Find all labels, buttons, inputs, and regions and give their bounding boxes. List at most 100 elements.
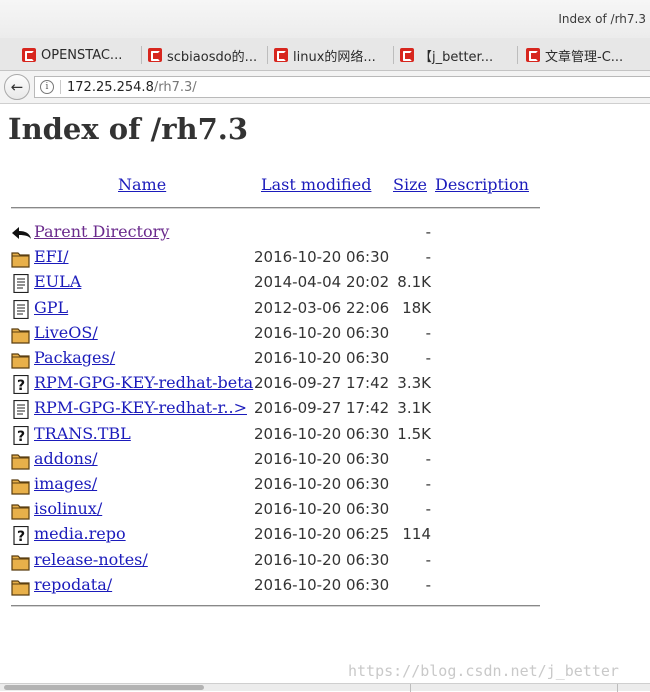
tab-label: scbiaosdo的... [167, 49, 258, 65]
folder-icon [11, 350, 31, 369]
svg-text:?: ? [17, 529, 25, 545]
file-link[interactable]: release-notes/ [34, 550, 148, 569]
file-link[interactable]: Packages/ [34, 348, 115, 367]
folder-icon [11, 451, 31, 470]
svg-text:?: ? [17, 429, 25, 445]
url-path: /rh7.3/ [153, 79, 197, 95]
folder-icon [11, 577, 31, 596]
file-size: 1.5K [397, 425, 431, 443]
file-link[interactable]: RPM-GPG-KEY-redhat-r..> [34, 398, 247, 417]
tab-label: 文章管理-C... [545, 49, 624, 65]
file-size: 3.3K [397, 374, 431, 392]
file-size: - [425, 324, 431, 342]
file-link[interactable]: repodata/ [34, 575, 112, 594]
folder-icon [11, 476, 31, 495]
back-button[interactable]: ← [4, 74, 30, 100]
file-link[interactable]: EULA [34, 272, 81, 291]
file-size: - [425, 576, 431, 594]
svg-text:?: ? [17, 378, 25, 394]
last-modified: 2012-03-06 22:06 [254, 299, 390, 317]
file-row: GPL 2012-03-06 22:06 18K [0, 296, 650, 321]
text-file-icon [11, 399, 31, 420]
file-row: ? media.repo 2016-10-20 06:25 114 [0, 522, 650, 547]
file-row: EULA 2014-04-04 20:02 8.1K [0, 270, 650, 295]
file-link[interactable]: EFI/ [34, 247, 69, 266]
last-modified: 2016-10-20 06:30 [254, 475, 390, 493]
browser-tab[interactable]: 【j_better... [400, 42, 518, 68]
file-size: 114 [402, 525, 431, 543]
tab-bar: OPENSTAC... scbiaosdo的... linux的网络... 【j… [0, 38, 650, 71]
folder-icon [11, 249, 31, 268]
scrollbar-thumb[interactable] [4, 685, 204, 690]
browser-tab[interactable]: 文章管理-C... [526, 42, 648, 68]
watermark: https://blog.csdn.net/j_better [348, 662, 619, 680]
file-row: Packages/2016-10-20 06:30 - [0, 346, 650, 371]
file-row: RPM-GPG-KEY-redhat-r..> 2016-09-27 17:42 3… [0, 396, 650, 421]
navigation-bar: ← i 172.25.254.8 /rh7.3/ [0, 71, 650, 104]
last-modified: 2014-04-04 20:02 [254, 273, 390, 291]
file-link[interactable]: LiveOS/ [34, 323, 98, 342]
csdn-icon [148, 48, 162, 62]
sort-by-description-link[interactable]: Description [435, 175, 529, 194]
browser-tab[interactable]: scbiaosdo的... [148, 42, 268, 68]
unknown-file-icon: ? [11, 374, 31, 395]
file-link[interactable]: GPL [34, 298, 68, 317]
url-host: 172.25.254.8 [67, 79, 154, 95]
last-modified: 2016-10-20 06:30 [254, 425, 390, 443]
last-modified: 2016-10-20 06:30 [254, 248, 390, 266]
file-row: EFI/2016-10-20 06:30 - [0, 245, 650, 270]
file-size: - [425, 223, 431, 241]
last-modified: 2016-09-27 17:42 [254, 399, 390, 417]
unknown-file-icon: ? [11, 525, 31, 546]
last-modified: 2016-10-20 06:30 [254, 551, 390, 569]
last-modified: 2016-10-20 06:30 [254, 576, 390, 594]
last-modified: 2016-10-20 06:30 [254, 450, 390, 468]
csdn-icon [274, 48, 288, 62]
file-size: - [425, 248, 431, 266]
sort-by-name-link[interactable]: Name [118, 175, 166, 194]
file-row: ? RPM-GPG-KEY-redhat-beta 2016-09-27 17:42… [0, 371, 650, 396]
horizontal-scrollbar[interactable] [0, 683, 650, 692]
header-divider [11, 207, 540, 209]
file-link[interactable]: TRANS.TBL [34, 424, 131, 443]
file-link[interactable]: media.repo [34, 524, 126, 543]
file-size: 3.1K [397, 399, 431, 417]
csdn-icon [526, 48, 540, 62]
folder-icon [11, 552, 31, 571]
unknown-file-icon: ? [11, 425, 31, 446]
file-link[interactable]: Parent Directory [34, 222, 169, 241]
browser-tab[interactable]: OPENSTAC... [22, 42, 142, 68]
file-size: - [425, 450, 431, 468]
file-size: 8.1K [397, 273, 431, 291]
folder-icon [11, 325, 31, 344]
file-row: images/2016-10-20 06:30 - [0, 472, 650, 497]
tab-label: 【j_better... [419, 49, 494, 65]
tab-label: linux的网络... [293, 49, 376, 65]
file-size: - [425, 551, 431, 569]
file-row: isolinux/2016-10-20 06:30 - [0, 497, 650, 522]
file-size: - [425, 349, 431, 367]
browser-tab[interactable]: linux的网络... [274, 42, 394, 68]
window-title: Index of /rh7.3 [558, 12, 646, 26]
url-bar[interactable]: i 172.25.254.8 /rh7.3/ [34, 76, 650, 98]
file-link[interactable]: images/ [34, 474, 97, 493]
file-size: 18K [402, 299, 431, 317]
file-link[interactable]: RPM-GPG-KEY-redhat-beta [34, 373, 253, 392]
file-row: release-notes/2016-10-20 06:30 - [0, 548, 650, 573]
page-title: Index of /rh7.3 [8, 112, 249, 146]
file-row: addons/2016-10-20 06:30 - [0, 447, 650, 472]
info-icon[interactable]: i [40, 80, 54, 94]
file-link[interactable]: addons/ [34, 449, 98, 468]
back-arrow-icon: ← [10, 78, 24, 96]
text-file-icon [11, 273, 31, 294]
last-modified: 2016-10-20 06:30 [254, 324, 390, 342]
file-row: ? TRANS.TBL 2016-10-20 06:30 1.5K [0, 422, 650, 447]
file-link[interactable]: isolinux/ [34, 499, 102, 518]
sort-by-size-link[interactable]: Size [393, 175, 427, 194]
file-row: LiveOS/2016-10-20 06:30 - [0, 321, 650, 346]
last-modified: 2016-10-20 06:25 [254, 525, 390, 543]
csdn-icon [22, 48, 36, 62]
sort-by-modified-link[interactable]: Last modified [261, 175, 371, 194]
file-size: - [425, 500, 431, 518]
last-modified: 2016-09-27 17:42 [254, 374, 390, 392]
